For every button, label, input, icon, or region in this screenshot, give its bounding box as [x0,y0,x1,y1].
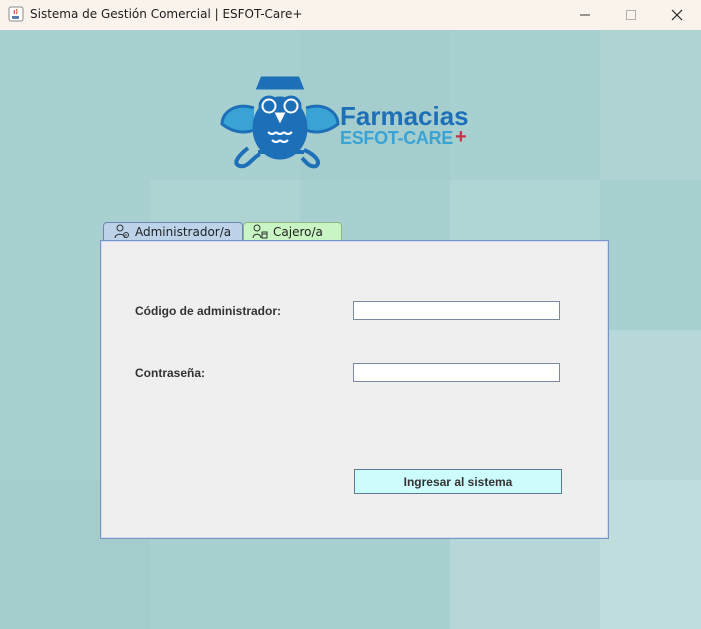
minimize-icon [580,14,590,16]
minimize-button[interactable] [562,0,608,30]
maximize-icon [626,10,636,20]
tab-cajero-label: Cajero/a [273,224,323,239]
tab-cajero[interactable]: Cajero/a [243,222,342,240]
owl-pharmacist-icon [220,76,340,169]
logo-subtitle: ESFOT-CARE [340,128,454,148]
tab-administrador-label: Administrador/a [135,224,232,239]
admin-code-input[interactable] [353,301,560,320]
window-title: Sistema de Gestión Comercial | ESFOT-Car… [30,7,303,21]
app-window: Sistema de Gestión Comercial | ESFOT-Car… [0,0,701,629]
close-icon [671,9,683,21]
logo-plus: + [455,126,467,148]
logo-title: Farmacias [340,101,469,131]
password-input[interactable] [353,363,560,382]
java-coffee-icon [8,6,24,22]
login-panel: Código de administrador: Contraseña: Ing… [100,240,609,539]
cashier-icon [252,224,268,239]
maximize-button[interactable] [608,0,654,30]
admin-user-icon [114,224,129,239]
tab-administrador[interactable]: Administrador/a [103,222,243,240]
password-label: Contraseña: [135,366,206,380]
login-button[interactable]: Ingresar al sistema [354,469,562,494]
close-button[interactable] [654,0,700,30]
title-bar[interactable]: Sistema de Gestión Comercial | ESFOT-Car… [0,0,701,30]
admin-code-label: Código de administrador: [135,304,282,318]
pharmacy-logo: Farmacias ESFOT-CARE + [218,72,476,172]
